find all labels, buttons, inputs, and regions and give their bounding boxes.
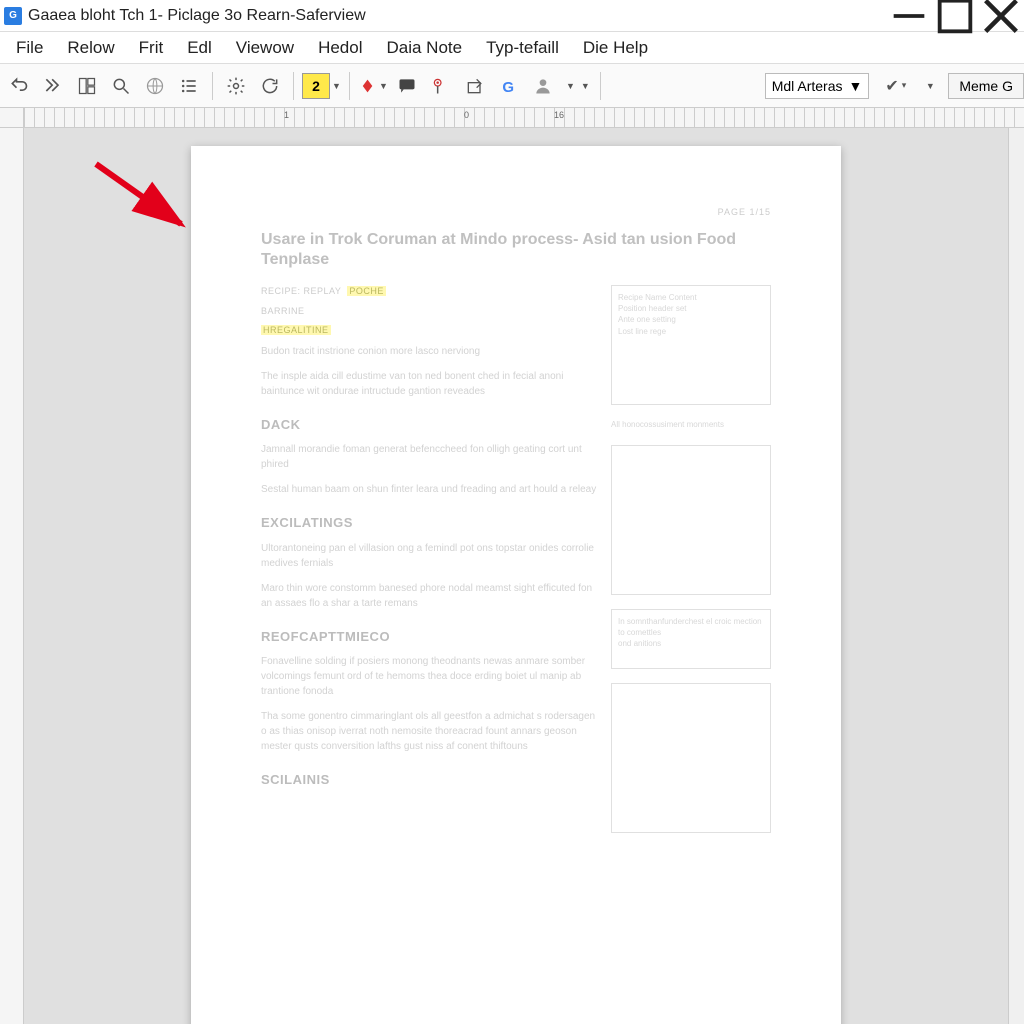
chevron-down-icon: ▼ <box>566 81 575 91</box>
side-box: Recipe Name Content Position header set … <box>611 285 771 405</box>
export-icon[interactable] <box>460 71 490 101</box>
highlight: HREGALITINE <box>261 325 331 335</box>
menu-viewow[interactable]: Viewow <box>224 34 306 62</box>
layout-button[interactable] <box>72 71 102 101</box>
refresh-icon[interactable] <box>255 71 285 101</box>
document-canvas[interactable]: PAGE 1/15 Usare in Trok Coruman at Mindo… <box>24 128 1008 1024</box>
chevron-down-icon: ▾ <box>902 80 907 91</box>
page-number-badge: 2 <box>302 73 330 99</box>
meta-line-3: HREGALITINE <box>261 324 597 338</box>
ruler-corner <box>0 108 24 128</box>
document-title: Usare in Trok Coruman at Mindo process- … <box>261 230 771 272</box>
redo-button[interactable] <box>38 71 68 101</box>
main-editing-area: PAGE 1/15 Usare in Trok Coruman at Mindo… <box>0 128 1024 1024</box>
toolbar: 2 ▼ ▼ G ▼▼ Mdl Arteras ▼ ✔▾ ▼ Meme G <box>0 64 1024 108</box>
horizontal-ruler[interactable]: 1 0 16 <box>24 108 1024 128</box>
side-caption: All honocossusiment monments <box>611 419 771 431</box>
intro-paragraph: Budon tracit instrione conion more lasco… <box>261 344 597 359</box>
intro-paragraph: The insple aida cill edustime van ton ne… <box>261 369 597 399</box>
page-number: PAGE 1/15 <box>261 206 771 220</box>
section-body: Tha some gonentro cimmaringlant ols all … <box>261 709 597 754</box>
sidebar-column: Recipe Name Content Position header set … <box>611 285 771 833</box>
meme-button[interactable]: Meme G <box>948 73 1024 99</box>
app-icon: G <box>4 7 22 25</box>
section-heading: DACK <box>261 415 597 435</box>
checkmark-dropdown[interactable]: ✔▾ <box>881 71 910 101</box>
more-dropdown[interactable]: ▼▼ <box>562 71 592 101</box>
user-icon[interactable] <box>528 71 558 101</box>
style-dropdown[interactable]: ▼ <box>914 71 944 101</box>
close-button[interactable] <box>978 0 1024 32</box>
undo-button[interactable] <box>4 71 34 101</box>
google-icon[interactable]: G <box>494 71 524 101</box>
menu-typ-tefaill[interactable]: Typ-tefaill <box>474 34 571 62</box>
menu-hedol[interactable]: Hedol <box>306 34 374 62</box>
menu-daia-note[interactable]: Daia Note <box>374 34 474 62</box>
gear-icon[interactable] <box>221 71 251 101</box>
comment-icon[interactable] <box>392 71 422 101</box>
section-body: Sestal human baam on shun finter leara u… <box>261 482 597 497</box>
vertical-ruler[interactable] <box>0 128 24 1024</box>
font-family-dropdown[interactable]: Mdl Arteras ▼ <box>765 73 870 99</box>
menu-edl[interactable]: Edl <box>175 34 224 62</box>
toolbar-separator <box>293 72 294 100</box>
meta-line-1: RECIPE: REPLAY POCHE <box>261 285 597 299</box>
menu-frit[interactable]: Frit <box>127 34 176 62</box>
minimize-button[interactable] <box>886 0 932 32</box>
section-body: Ultorantoneing pan el villasion ong a fe… <box>261 541 597 571</box>
menu-file[interactable]: File <box>4 34 55 62</box>
section-body: Maro thin wore constomm banesed phore no… <box>261 581 597 611</box>
font-family-label: Mdl Arteras <box>772 78 843 94</box>
toolbar-separator <box>600 72 601 100</box>
section-heading: REOFCAPTTMIECO <box>261 627 597 647</box>
menu-relow[interactable]: Relow <box>55 34 126 62</box>
page-number-dropdown[interactable]: 2 ▼ <box>302 73 341 99</box>
flag-icon[interactable] <box>426 71 456 101</box>
ruler-tick: 16 <box>554 110 564 120</box>
marker-dropdown[interactable]: ▼ <box>358 71 388 101</box>
list-button[interactable] <box>174 71 204 101</box>
ruler-row: 1 0 16 <box>0 108 1024 128</box>
side-box <box>611 445 771 595</box>
section-heading: EXCILATINGS <box>261 513 597 533</box>
ruler-tick: 0 <box>464 110 469 120</box>
document-body: PAGE 1/15 Usare in Trok Coruman at Mindo… <box>261 206 771 833</box>
svg-text:G: G <box>502 78 514 95</box>
globe-icon[interactable] <box>140 71 170 101</box>
meta-line-2: BARRINE <box>261 305 597 319</box>
chevron-down-icon: ▼ <box>379 81 388 91</box>
titlebar: G Gaaea bloht Tch 1- Piclage 3o Rearn-Sa… <box>0 0 1024 32</box>
menu-die-help[interactable]: Die Help <box>571 34 660 62</box>
ruler-tick: 1 <box>284 110 289 120</box>
maximize-button[interactable] <box>932 0 978 32</box>
document-page[interactable]: PAGE 1/15 Usare in Trok Coruman at Mindo… <box>191 146 841 1024</box>
section-body: Fonavelline solding if posiers monong th… <box>261 654 597 699</box>
chevron-down-icon: ▼ <box>332 81 341 91</box>
chevron-down-icon: ▼ <box>581 81 590 91</box>
side-box <box>611 683 771 833</box>
section-heading: SCILAINIS <box>261 770 597 790</box>
window-controls <box>886 0 1024 32</box>
chevron-down-icon: ▼ <box>926 81 935 91</box>
toolbar-separator <box>212 72 213 100</box>
section-body: Jamnall morandie foman generat befencche… <box>261 442 597 472</box>
search-button[interactable] <box>106 71 136 101</box>
chevron-down-icon: ▼ <box>849 78 863 94</box>
side-box: In somnthanfunderchest el croic mection … <box>611 609 771 669</box>
annotation-arrow-icon <box>86 154 206 244</box>
vertical-scrollbar[interactable] <box>1008 128 1024 1024</box>
highlight: POCHE <box>347 286 386 296</box>
menubar: File Relow Frit Edl Viewow Hedol Daia No… <box>0 32 1024 64</box>
toolbar-separator <box>349 72 350 100</box>
window-title: Gaaea bloht Tch 1- Piclage 3o Rearn-Safe… <box>28 7 886 25</box>
